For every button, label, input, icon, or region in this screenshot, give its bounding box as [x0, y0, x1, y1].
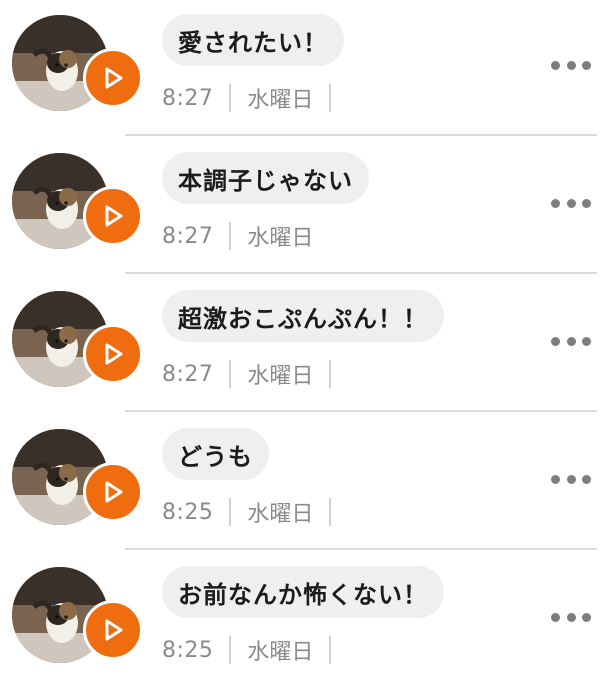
message-row[interactable]: 超激おこぷんぷん！！ 8:27 水曜日	[0, 276, 607, 414]
play-button[interactable]	[83, 186, 143, 246]
message-time: 8:27	[162, 223, 214, 249]
more-dots-icon	[582, 474, 591, 484]
more-dots-icon	[566, 336, 576, 346]
play-button[interactable]	[83, 324, 143, 384]
play-icon	[105, 619, 123, 641]
meta-separator	[329, 636, 332, 664]
play-button[interactable]	[83, 462, 143, 522]
more-dots-icon	[551, 336, 560, 346]
message-row[interactable]: 本調子じゃない 8:27 水曜日	[0, 138, 607, 276]
meta-separator	[229, 222, 232, 250]
more-options-button[interactable]	[551, 58, 591, 72]
message-bubble[interactable]: 本調子じゃない	[162, 152, 369, 204]
message-time: 8:27	[162, 85, 214, 111]
meta-separator	[329, 84, 332, 112]
row-divider	[125, 410, 597, 412]
more-dots-icon	[582, 60, 591, 70]
more-dots-icon	[551, 198, 560, 208]
more-options-button[interactable]	[551, 610, 591, 624]
message-bubble[interactable]: 超激おこぷんぷん！！	[162, 290, 444, 342]
more-dots-icon	[551, 60, 560, 70]
more-dots-icon	[566, 60, 576, 70]
meta-separator	[329, 498, 332, 526]
message-meta: 8:27 水曜日	[162, 220, 313, 252]
row-divider	[125, 272, 597, 274]
more-dots-icon	[551, 474, 560, 484]
more-options-button[interactable]	[551, 196, 591, 210]
more-dots-icon	[582, 336, 591, 346]
play-icon	[105, 343, 123, 365]
message-row[interactable]: 愛されたい！ 8:27 水曜日	[0, 0, 607, 138]
message-time: 8:27	[162, 361, 214, 387]
message-day: 水曜日	[247, 502, 314, 527]
more-dots-icon	[566, 612, 576, 622]
more-dots-icon	[566, 198, 576, 208]
row-divider	[125, 134, 597, 136]
message-bubble[interactable]: お前なんか怖くない！	[162, 566, 444, 618]
message-meta: 8:27 水曜日	[162, 358, 347, 390]
message-day: 水曜日	[247, 364, 314, 389]
meta-separator	[229, 498, 232, 526]
message-bubble[interactable]: どうも	[162, 428, 269, 480]
message-meta: 8:25 水曜日	[162, 634, 347, 666]
message-day: 水曜日	[247, 226, 314, 251]
voice-message-list: 愛されたい！ 8:27 水曜日 本調子じゃない 8:27 水曜日 超激おこぷんぷ…	[0, 0, 607, 675]
play-icon	[105, 205, 123, 227]
message-time: 8:25	[162, 499, 214, 525]
more-options-button[interactable]	[551, 334, 591, 348]
message-row[interactable]: どうも 8:25 水曜日	[0, 414, 607, 552]
message-day: 水曜日	[247, 88, 314, 113]
meta-separator	[329, 360, 332, 388]
play-button[interactable]	[83, 48, 143, 108]
more-dots-icon	[551, 612, 560, 622]
message-time: 8:25	[162, 637, 214, 663]
more-dots-icon	[582, 612, 591, 622]
message-row[interactable]: お前なんか怖くない！ 8:25 水曜日	[0, 552, 607, 675]
play-button[interactable]	[83, 600, 143, 660]
row-divider	[125, 548, 597, 550]
message-meta: 8:27 水曜日	[162, 82, 347, 114]
message-day: 水曜日	[247, 640, 314, 665]
more-options-button[interactable]	[551, 472, 591, 486]
play-icon	[105, 67, 123, 89]
message-bubble[interactable]: 愛されたい！	[162, 14, 344, 66]
meta-separator	[229, 360, 232, 388]
play-icon	[105, 481, 123, 503]
more-dots-icon	[582, 198, 591, 208]
message-meta: 8:25 水曜日	[162, 496, 347, 528]
meta-separator	[229, 636, 232, 664]
meta-separator	[229, 84, 232, 112]
more-dots-icon	[566, 474, 576, 484]
